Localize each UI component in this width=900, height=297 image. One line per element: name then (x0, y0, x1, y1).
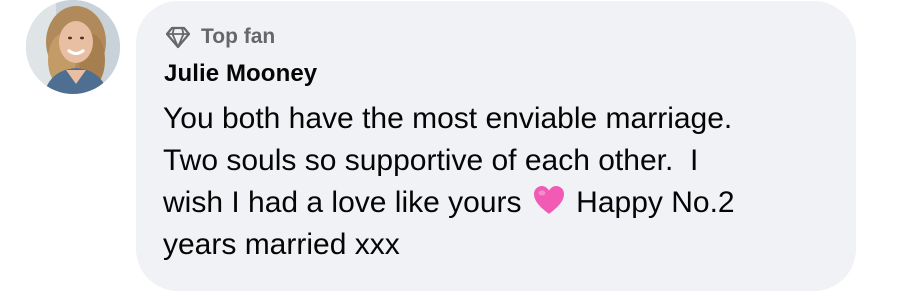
diamond-icon (165, 24, 191, 50)
avatar-image (26, 0, 120, 94)
comment-text-segment: Happy No.2 (567, 186, 735, 219)
comment-text-line: Two souls so supportive of each other. I (163, 144, 699, 177)
avatar[interactable] (26, 0, 120, 94)
badge-label: Top fan (201, 25, 276, 48)
author-name[interactable]: Julie Mooney (164, 60, 317, 88)
comment-text-segment: wish I had a love like yours (163, 186, 530, 219)
comment-text-line: wish I had a love like yours Happy No.2 (163, 182, 843, 224)
pink-heart-icon (532, 184, 566, 216)
comment-text-line: You both have the most enviable marriage… (163, 102, 733, 135)
comment: Top fan Julie Mooney You both have the m… (0, 0, 900, 297)
top-fan-badge[interactable]: Top fan (165, 23, 275, 51)
comment-text-line: years married xxx (163, 228, 400, 261)
comment-text: You both have the most enviable marriage… (163, 98, 843, 266)
